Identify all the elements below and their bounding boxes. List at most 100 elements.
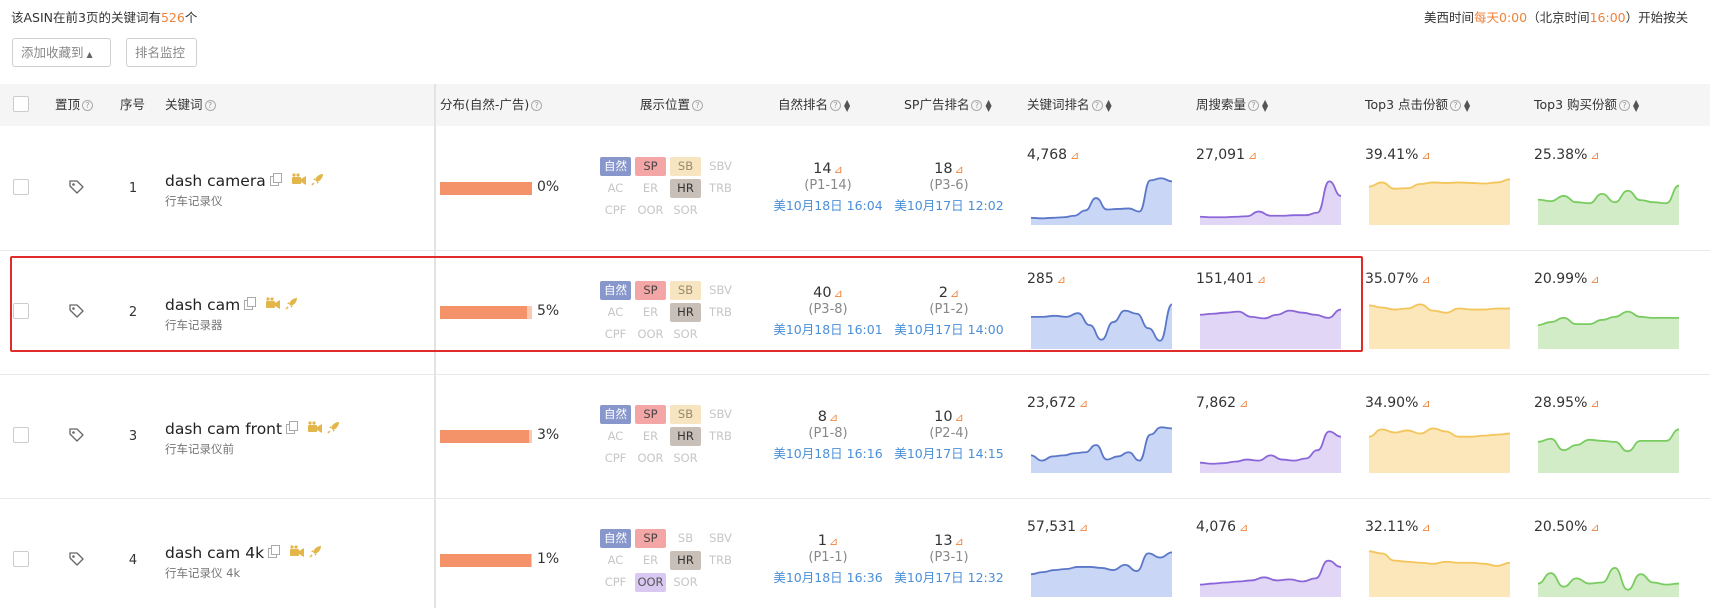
trend-chart-icon[interactable]: ⊿	[1248, 149, 1257, 162]
help-icon[interactable]: ?	[82, 100, 94, 111]
rank-monitor-button[interactable]: 排名监控	[126, 38, 197, 67]
trend-chart-icon[interactable]: ⊿	[1590, 397, 1599, 410]
rocket-icon[interactable]	[285, 296, 299, 310]
sort-icon[interactable]: ▲ ▼	[1633, 98, 1641, 112]
trend-chart-icon[interactable]: ⊿	[1421, 273, 1430, 286]
col-keyword-label: 关键词	[165, 97, 203, 112]
trend-chart-icon[interactable]: ⊿	[955, 163, 964, 176]
position-badge: AC	[607, 429, 624, 443]
copy-icon[interactable]	[268, 545, 281, 558]
col-top3-click[interactable]: Top3 点击份额? ▲ ▼	[1365, 84, 1472, 126]
keyword-text[interactable]: dash cam	[165, 296, 299, 314]
organic-rank-page: (P1-8)	[808, 426, 848, 441]
trend-chart-icon[interactable]: ⊿	[1590, 273, 1599, 286]
trend-chart-icon[interactable]: ⊿	[829, 411, 838, 424]
col-organic-rank[interactable]: 自然排名? ▲ ▼	[778, 84, 852, 126]
tool-icons[interactable]	[265, 296, 299, 314]
volume-sparkline[interactable]	[1199, 167, 1342, 225]
tool-icons[interactable]	[291, 172, 325, 190]
trend-chart-icon[interactable]: ⊿	[1239, 521, 1248, 534]
trend-chart-icon[interactable]: ⊿	[950, 287, 959, 300]
col-weekly-volume[interactable]: 周搜索量? ▲ ▼	[1196, 84, 1270, 126]
help-icon[interactable]: ?	[1248, 100, 1260, 111]
sp-rank-value: 18	[934, 161, 953, 177]
help-icon[interactable]: ?	[830, 100, 842, 111]
purchase-sparkline[interactable]	[1537, 291, 1680, 349]
trend-chart-icon[interactable]: ⊿	[1057, 273, 1066, 286]
rank-sparkline[interactable]	[1030, 415, 1173, 473]
row-checkbox[interactable]	[13, 551, 29, 567]
video-icon[interactable]	[289, 545, 305, 558]
distribution-bar	[440, 306, 532, 319]
tag-icon[interactable]	[68, 303, 85, 320]
trend-chart-icon[interactable]: ⊿	[1590, 149, 1599, 162]
keyword-text[interactable]: dash cam front	[165, 420, 341, 438]
trend-chart-icon[interactable]: ⊿	[1070, 149, 1079, 162]
trend-chart-icon[interactable]: ⊿	[1239, 397, 1248, 410]
sort-icon[interactable]: ▲ ▼	[844, 98, 852, 112]
copy-icon[interactable]	[244, 297, 257, 310]
volume-sparkline[interactable]	[1199, 291, 1342, 349]
trend-chart-icon[interactable]: ⊿	[955, 535, 964, 548]
help-icon[interactable]: ?	[204, 100, 216, 111]
tool-icons[interactable]	[307, 420, 341, 438]
trend-chart-icon[interactable]: ⊿	[829, 535, 838, 548]
tag-icon[interactable]	[68, 551, 85, 568]
trend-chart-icon[interactable]: ⊿	[1079, 521, 1088, 534]
row-checkbox[interactable]	[13, 303, 29, 319]
keyword-text[interactable]: dash cam 4k	[165, 544, 323, 562]
position-badge: CPF	[604, 451, 627, 465]
purchase-sparkline[interactable]	[1537, 539, 1680, 597]
sort-icon[interactable]: ▲ ▼	[1106, 98, 1114, 112]
sort-icon[interactable]: ▲ ▼	[985, 98, 993, 112]
copy-icon[interactable]	[269, 173, 282, 186]
rank-sparkline[interactable]	[1030, 167, 1173, 225]
keyword-rank-text: 4,768	[1027, 147, 1068, 163]
row-checkbox[interactable]	[13, 427, 29, 443]
trend-chart-icon[interactable]: ⊿	[1590, 521, 1599, 534]
trend-chart-icon[interactable]: ⊿	[834, 163, 843, 176]
click-sparkline[interactable]	[1368, 167, 1511, 225]
col-sp-rank[interactable]: SP广告排名? ▲ ▼	[904, 84, 993, 126]
click-sparkline[interactable]	[1368, 291, 1511, 349]
trend-chart-icon[interactable]: ⊿	[1421, 521, 1430, 534]
tag-icon[interactable]	[68, 179, 85, 196]
trend-chart-icon[interactable]: ⊿	[955, 411, 964, 424]
trend-chart-icon[interactable]: ⊿	[1257, 273, 1266, 286]
trend-chart-icon[interactable]: ⊿	[1421, 149, 1430, 162]
rank-sparkline[interactable]	[1030, 539, 1173, 597]
video-icon[interactable]	[291, 173, 307, 186]
video-icon[interactable]	[307, 421, 323, 434]
tool-icons[interactable]	[289, 544, 323, 562]
help-icon[interactable]: ?	[692, 100, 704, 111]
sort-icon[interactable]: ▲ ▼	[1464, 98, 1472, 112]
sort-icon[interactable]: ▲ ▼	[1262, 98, 1270, 112]
help-icon[interactable]: ?	[531, 100, 543, 111]
row-checkbox[interactable]	[13, 179, 29, 195]
rocket-icon[interactable]	[327, 420, 341, 434]
purchase-sparkline[interactable]	[1537, 415, 1680, 473]
trend-chart-icon[interactable]: ⊿	[834, 287, 843, 300]
video-icon[interactable]	[265, 297, 281, 310]
help-icon[interactable]: ?	[1091, 100, 1103, 111]
rank-sparkline[interactable]	[1030, 291, 1173, 349]
purchase-sparkline[interactable]	[1537, 167, 1680, 225]
col-top3-purchase[interactable]: Top3 购买份额? ▲ ▼	[1534, 84, 1641, 126]
copy-icon[interactable]	[286, 421, 299, 434]
add-to-favorites-button[interactable]: 添加收藏到 ▲	[12, 38, 111, 67]
help-icon[interactable]: ?	[971, 100, 983, 111]
help-icon[interactable]: ?	[1450, 100, 1462, 111]
trend-chart-icon[interactable]: ⊿	[1421, 397, 1430, 410]
rocket-icon[interactable]	[309, 544, 323, 558]
col-keyword-rank[interactable]: 关键词排名? ▲ ▼	[1027, 84, 1114, 126]
volume-sparkline[interactable]	[1199, 415, 1342, 473]
click-sparkline[interactable]	[1368, 539, 1511, 597]
help-icon[interactable]: ?	[1619, 100, 1631, 111]
click-sparkline[interactable]	[1368, 415, 1511, 473]
tag-icon[interactable]	[68, 427, 85, 444]
volume-sparkline[interactable]	[1199, 539, 1342, 597]
trend-chart-icon[interactable]: ⊿	[1079, 397, 1088, 410]
keyword-text[interactable]: dash camera	[165, 172, 325, 190]
rocket-icon[interactable]	[311, 172, 325, 186]
select-all-checkbox[interactable]	[13, 96, 29, 112]
